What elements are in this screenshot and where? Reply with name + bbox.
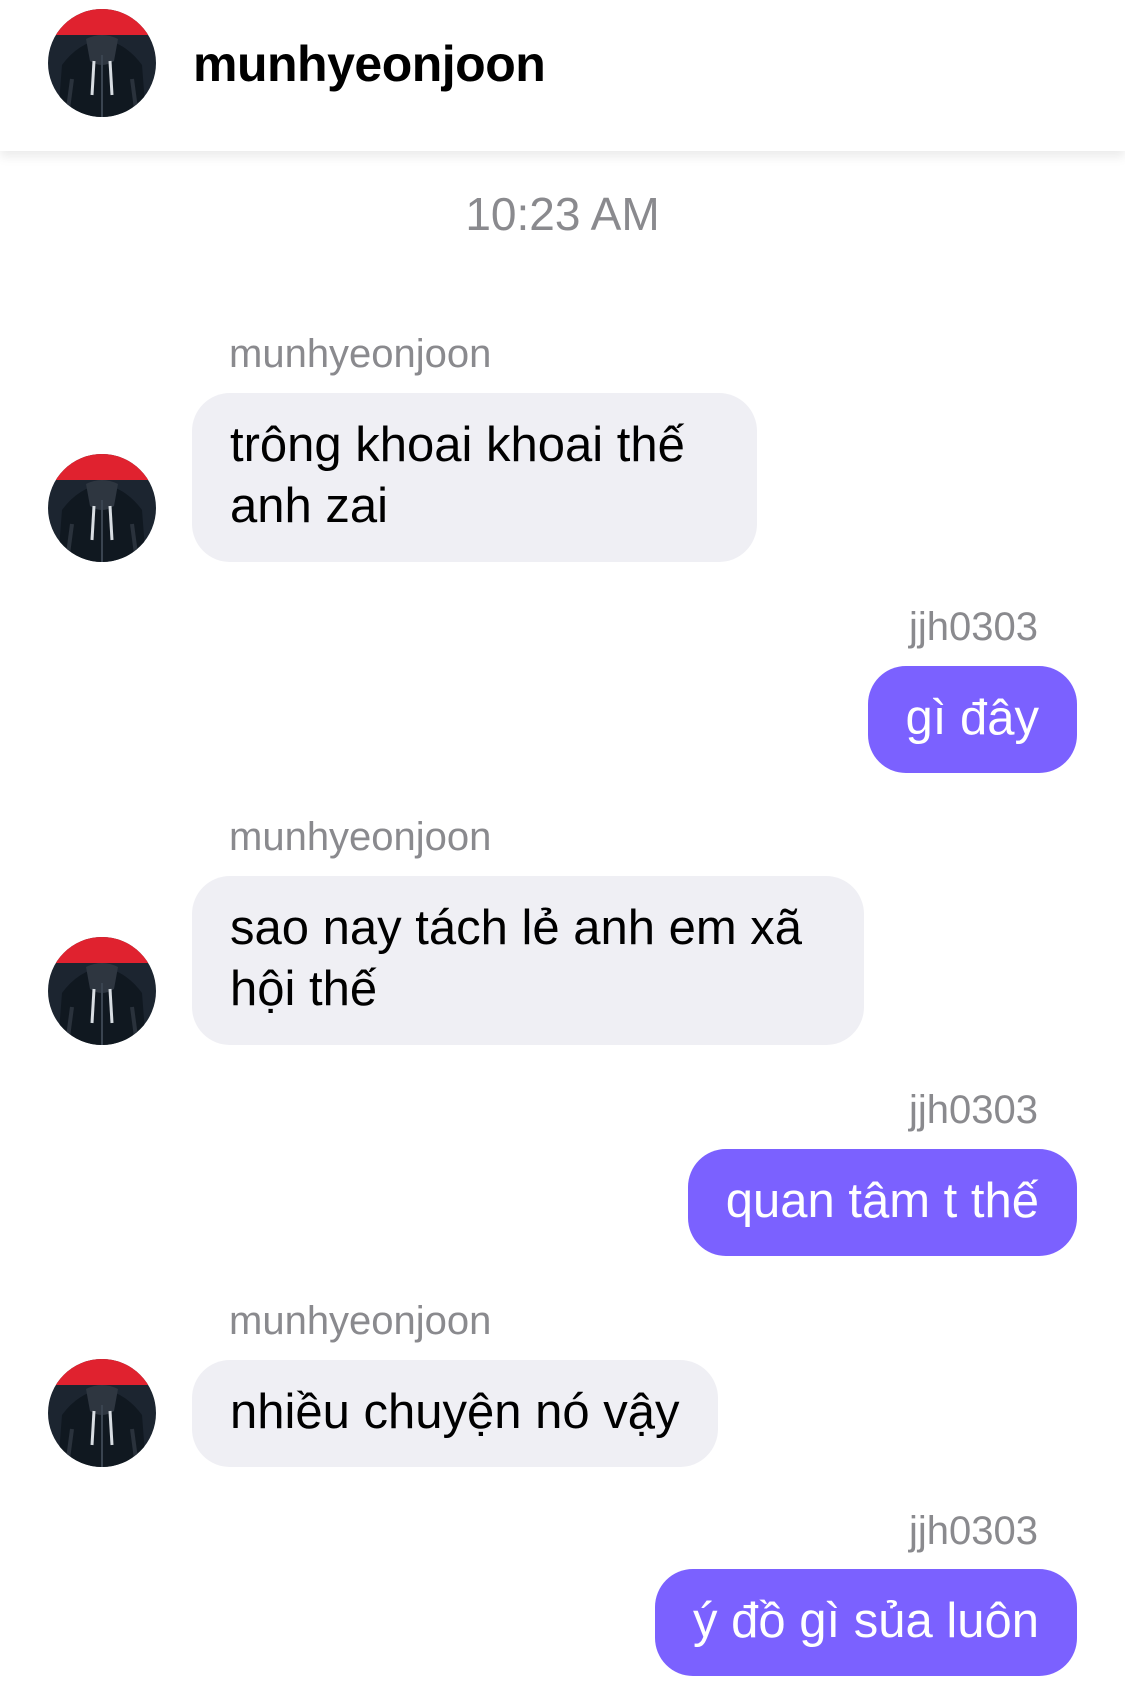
- incoming-message-bubble[interactable]: trông khoai khoai thế anh zai: [192, 393, 757, 562]
- message-timestamp: 10:23 AM: [465, 188, 660, 240]
- outgoing-message-bubble[interactable]: gì đây: [867, 666, 1077, 773]
- sender-label: jjh0303: [908, 605, 1038, 649]
- sender-avatar-icon[interactable]: [48, 454, 156, 562]
- sender-label: munhyeonjoon: [229, 815, 492, 859]
- contact-name[interactable]: munhyeonjoon: [193, 32, 546, 96]
- sender-label: jjh0303: [908, 1088, 1038, 1132]
- chat-header: munhyeonjoon: [0, 0, 1125, 151]
- incoming-message-bubble[interactable]: nhiều chuyện nó vậy: [192, 1360, 718, 1467]
- sender-avatar-icon[interactable]: [48, 937, 156, 1045]
- contact-avatar-icon[interactable]: [48, 9, 156, 117]
- sender-label: jjh0303: [908, 1509, 1038, 1553]
- incoming-message-bubble[interactable]: sao nay tách lẻ anh em xã hội thế: [192, 876, 864, 1045]
- outgoing-message-bubble[interactable]: ý đồ gì sủa luôn: [655, 1569, 1077, 1676]
- sender-avatar-icon[interactable]: [48, 1359, 156, 1467]
- avatar-image: [48, 9, 156, 117]
- sender-label: munhyeonjoon: [229, 1299, 492, 1343]
- sender-label: munhyeonjoon: [229, 332, 492, 376]
- outgoing-message-bubble[interactable]: quan tâm t thế: [687, 1149, 1077, 1256]
